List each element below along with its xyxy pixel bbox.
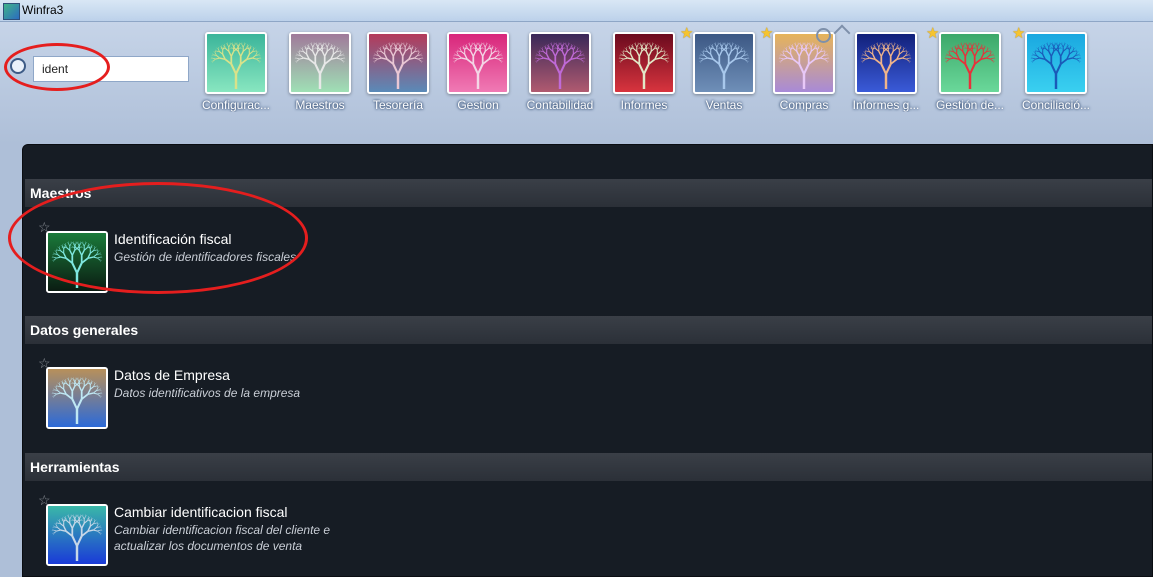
section-header-datos-generales: Datos generales [25,316,1152,344]
module-3[interactable]: Tesorería [358,32,438,112]
module-label: Compras [779,98,829,112]
module-8[interactable]: Compras ★ [760,25,844,112]
module-tile-icon[interactable] [205,32,267,94]
module-9[interactable]: Informes g... [846,32,926,112]
result-title: Datos de Empresa [114,367,230,383]
settings-ring-icon[interactable] [816,28,831,43]
module-tile-icon[interactable] [529,32,591,94]
section-header-maestros: Maestros [25,179,1152,207]
favorite-star-icon[interactable]: ★ [760,24,773,42]
module-label: Gestion [457,98,499,112]
module-tile-icon[interactable] [367,32,429,94]
cambiar-identificacion-tile-icon[interactable] [46,504,108,566]
search-icon[interactable] [10,58,26,74]
favorite-star-icon[interactable]: ★ [680,24,693,42]
module-label: Conciliació... [1021,98,1091,112]
favorite-star-icon[interactable]: ★ [926,24,939,42]
window-titlebar: Winfra3 [0,0,1153,22]
result-title: Cambiar identificacion fiscal [114,504,288,520]
module-label: Tesorería [372,98,424,112]
datos-de-empresa-tile-icon[interactable] [46,367,108,429]
module-label: Maestros [295,98,345,112]
app-icon [3,3,20,20]
module-10[interactable]: Gestión de... ★ [926,25,1010,112]
result-item-cambiar-identificacion-fiscal[interactable]: ☆ Cambiar identificacion fiscal Cambiar … [38,492,746,576]
search-results-panel: Maestros ☆ Identificación fiscal Gestión… [22,144,1153,577]
module-6[interactable]: Informes [604,32,684,112]
search-input[interactable] [33,56,189,82]
module-label: Informes g... [852,98,920,112]
window-title: Winfra3 [22,3,64,17]
section-header-herramientas: Herramientas [25,453,1152,481]
module-5[interactable]: Contabilidad [520,32,600,112]
result-description: Datos identificativos de la empresa [114,386,301,400]
module-tile-icon[interactable] [855,32,917,94]
module-label: Ventas [705,98,743,112]
module-tile-icon[interactable] [447,32,509,94]
result-description: Gestión de identificadores fiscales [114,250,297,264]
result-description: Cambiar identificacion fiscal del client… [114,523,331,553]
module-1[interactable]: Configurac... [196,32,276,112]
result-title: Identificación fiscal [114,231,232,247]
module-tile-icon[interactable] [939,32,1001,94]
module-label: Gestión de... [935,98,1005,112]
module-label: Configurac... [201,98,271,112]
module-2[interactable]: Maestros [280,32,360,112]
favorite-star-icon[interactable]: ★ [1012,24,1025,42]
module-tile-icon[interactable] [1025,32,1087,94]
result-item-identificacion-fiscal[interactable]: ☆ Identificación fiscal Gestión de ident… [38,219,746,311]
module-label: Contabilidad [526,98,594,112]
module-tile-icon[interactable] [693,32,755,94]
module-7[interactable]: Ventas ★ [680,25,764,112]
module-11[interactable]: Conciliació... ★ [1012,25,1096,112]
identificacion-fiscal-tile-icon[interactable] [46,231,108,293]
module-tile-icon[interactable] [613,32,675,94]
result-item-datos-de-empresa[interactable]: ☆ Datos de Empresa Datos identificativos… [38,355,746,447]
module-4[interactable]: Gestion [438,32,518,112]
module-tile-icon[interactable] [289,32,351,94]
module-label: Informes [620,98,668,112]
